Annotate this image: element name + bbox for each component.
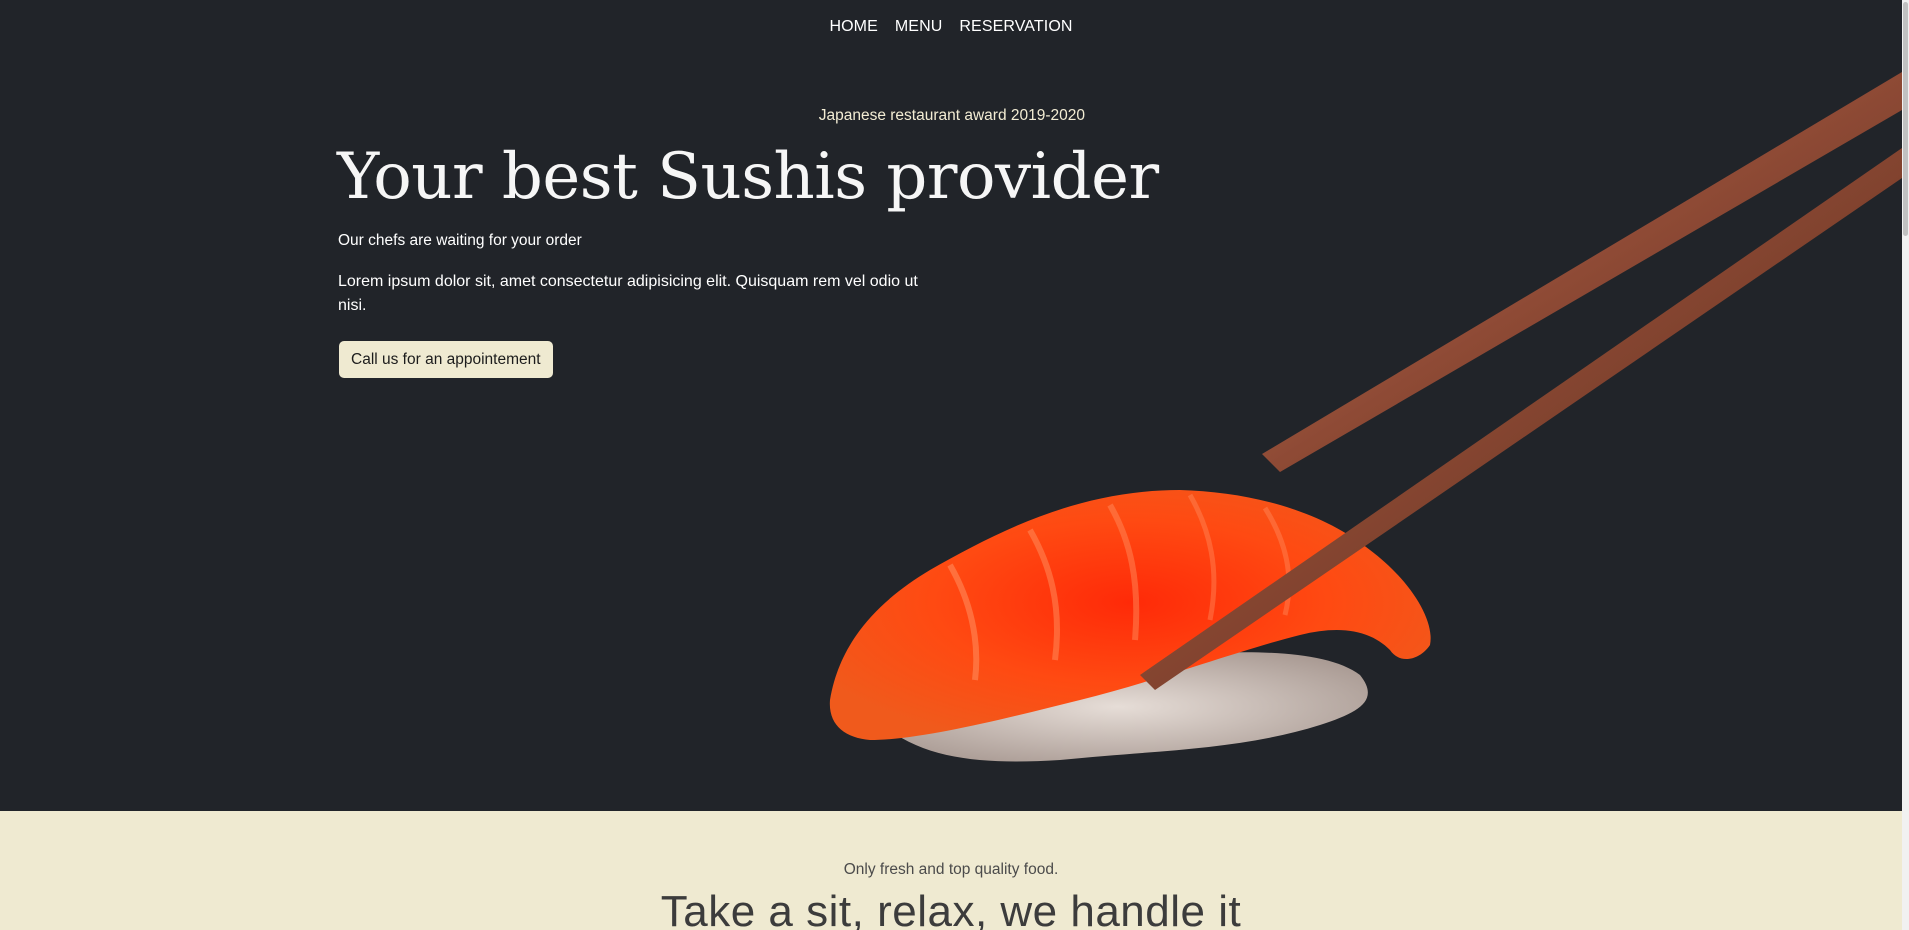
scrollbar-thumb[interactable] [1903,2,1908,236]
section-tagline: Only fresh and top quality food. [843,861,1059,878]
page: HOME MENU RESERVATION Japanese restauran… [0,0,1909,930]
page-scrollbar[interactable] [1902,0,1909,930]
sushi-with-chopsticks-image [829,72,1902,762]
nav-home-link[interactable]: HOME [829,18,877,36]
chopstick-front [1140,148,1902,690]
nav-reservation-link[interactable]: RESERVATION [959,18,1072,36]
call-appointment-button[interactable]: Call us for an appointement [339,341,553,378]
intro-section: Only fresh and top quality food. Take a … [0,811,1902,930]
nav-menu-link[interactable]: MENU [895,18,943,36]
section-title: Take a sit, relax, we handle it [660,887,1242,930]
top-navigation: HOME MENU RESERVATION [0,18,1902,36]
hero-section: HOME MENU RESERVATION Japanese restauran… [0,0,1902,811]
nav-links: HOME MENU RESERVATION [829,18,1072,36]
chopstick-back [1262,72,1902,472]
hero-subheading: Our chefs are waiting for your order [338,232,582,249]
